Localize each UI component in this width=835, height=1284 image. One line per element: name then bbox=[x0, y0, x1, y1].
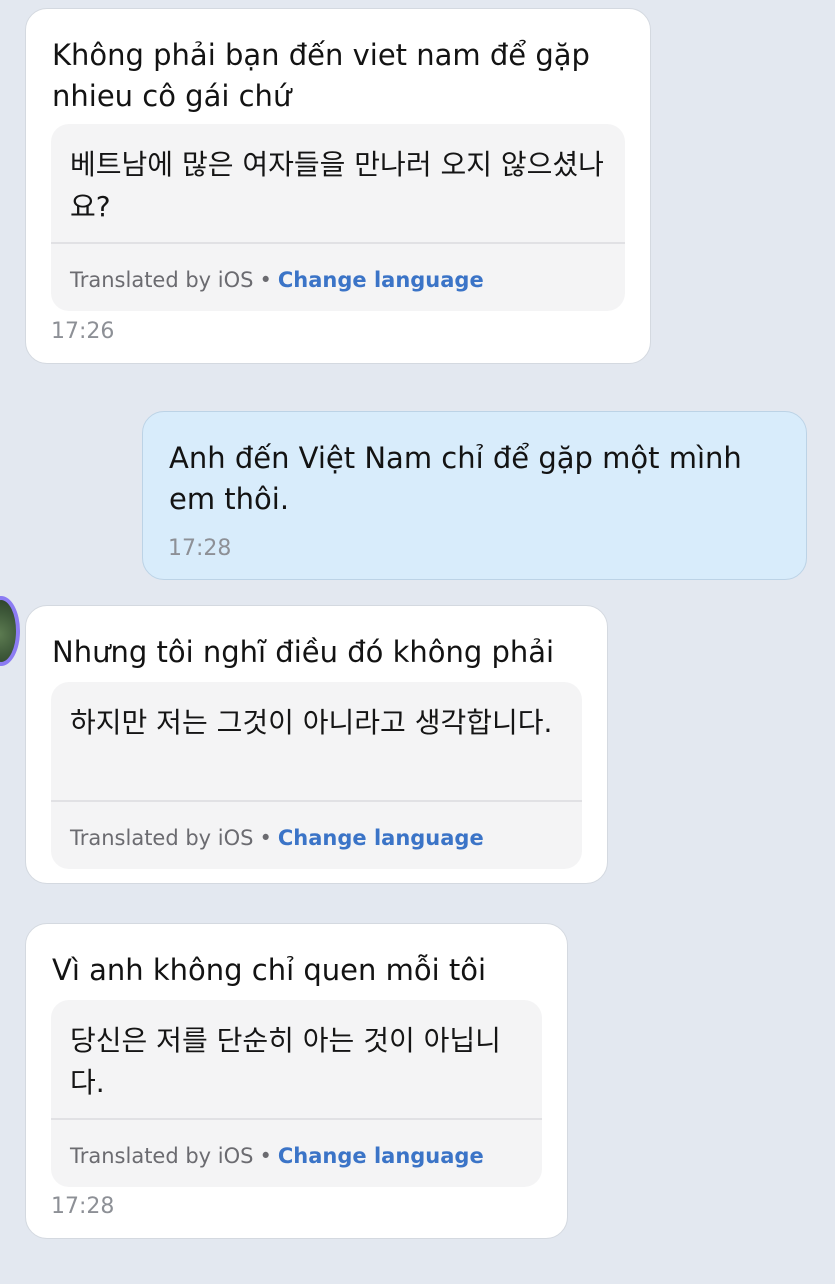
message-text: Không phải bạn đến viet nam để gặp nhieu… bbox=[52, 38, 590, 113]
incoming-message-bubble[interactable]: Không phải bạn đến viet nam để gặp nhieu… bbox=[25, 8, 651, 364]
divider bbox=[51, 242, 625, 244]
change-language-link[interactable]: Change language bbox=[278, 1144, 484, 1168]
separator-dot: • bbox=[259, 268, 272, 292]
outgoing-message-bubble[interactable]: Anh đến Việt Nam chỉ để gặp một mình em … bbox=[142, 411, 807, 580]
translation-text: 하지만 저는 그것이 아니라고 생각합니다. bbox=[70, 706, 553, 739]
separator-dot: • bbox=[259, 826, 272, 850]
translated-by-label: Translated by iOS bbox=[70, 1144, 254, 1168]
incoming-message-bubble[interactable]: Vì anh không chỉ quen mỗi tôi 당신은 저를 단순히… bbox=[25, 923, 568, 1239]
message-timestamp: 17:28 bbox=[51, 1194, 115, 1219]
translated-by-label: Translated by iOS bbox=[70, 268, 254, 292]
translation-footer: Translated by iOS • Change language bbox=[70, 1144, 484, 1168]
translation-footer: Translated by iOS • Change language bbox=[70, 268, 484, 292]
change-language-link[interactable]: Change language bbox=[278, 268, 484, 292]
translation-text: 베트남에 많은 여자들을 만나러 오지 않으셨나요? bbox=[70, 148, 604, 223]
change-language-link[interactable]: Change language bbox=[278, 826, 484, 850]
translated-by-label: Translated by iOS bbox=[70, 826, 254, 850]
message-text: Nhưng tôi nghĩ điều đó không phải bbox=[52, 635, 555, 669]
translation-text: 당신은 저를 단순히 아는 것이 아닙니다. bbox=[70, 1024, 501, 1099]
translation-card: 당신은 저를 단순히 아는 것이 아닙니다. Translated by iOS… bbox=[51, 1000, 542, 1187]
separator-dot: • bbox=[259, 1144, 272, 1168]
contact-avatar-icon[interactable] bbox=[0, 596, 20, 666]
incoming-message-bubble[interactable]: Nhưng tôi nghĩ điều đó không phải 하지만 저는… bbox=[25, 605, 608, 884]
translation-card: 베트남에 많은 여자들을 만나러 오지 않으셨나요? Translated by… bbox=[51, 124, 625, 311]
chat-screen: Không phải bạn đến viet nam để gặp nhieu… bbox=[0, 0, 835, 1284]
translation-card: 하지만 저는 그것이 아니라고 생각합니다. Translated by iOS… bbox=[51, 682, 582, 869]
message-timestamp: 17:28 bbox=[168, 536, 232, 561]
message-timestamp: 17:26 bbox=[51, 319, 115, 344]
divider bbox=[51, 1118, 542, 1120]
divider bbox=[51, 800, 582, 802]
message-text: Vì anh không chỉ quen mỗi tôi bbox=[52, 953, 487, 987]
message-text: Anh đến Việt Nam chỉ để gặp một mình em … bbox=[169, 441, 742, 516]
translation-footer: Translated by iOS • Change language bbox=[70, 826, 484, 850]
